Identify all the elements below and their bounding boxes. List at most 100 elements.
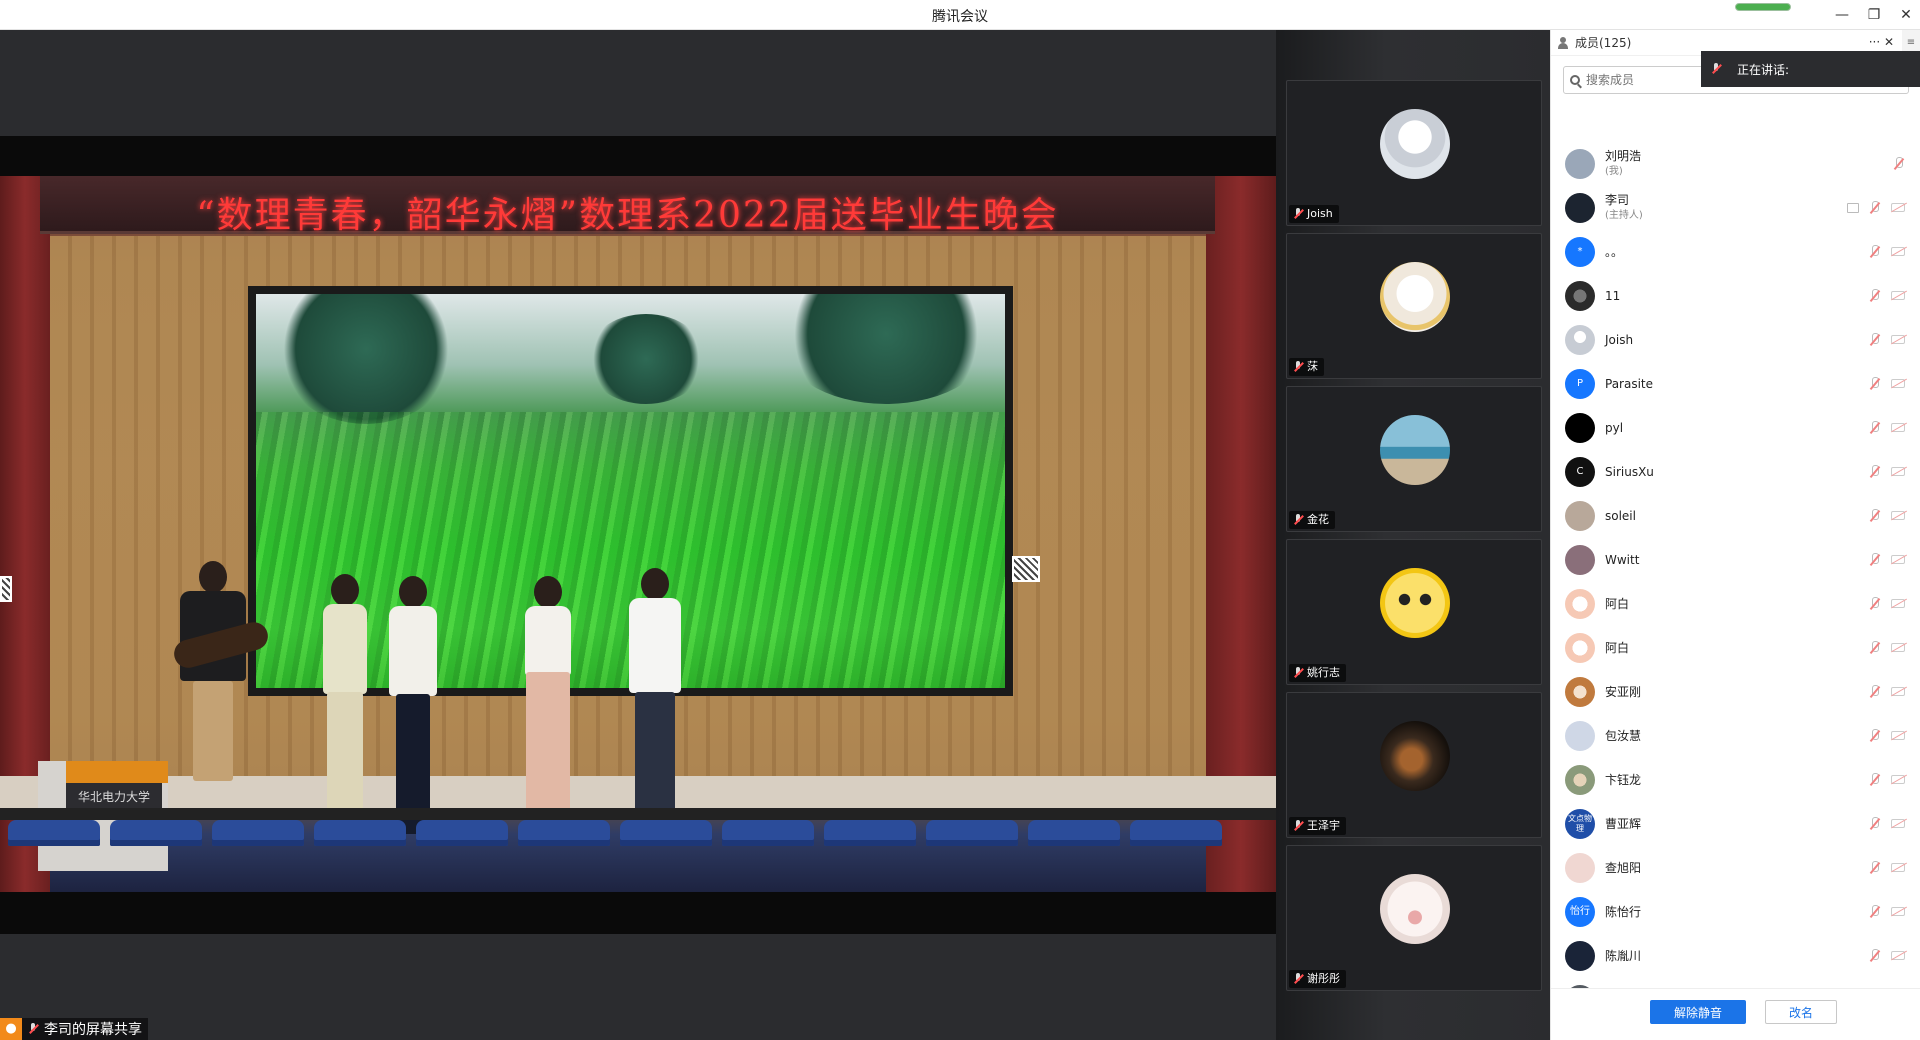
video-tile[interactable]: 姚行志	[1286, 539, 1542, 685]
mic-off-icon[interactable]	[1869, 905, 1881, 919]
camera-off-icon[interactable]	[1891, 511, 1905, 520]
network-signal-icon	[1735, 3, 1791, 11]
camera-off-icon[interactable]	[1891, 731, 1905, 740]
member-avatar	[1565, 325, 1595, 355]
camera-off-icon[interactable]	[1891, 863, 1905, 872]
tile-name: 姚行志	[1307, 666, 1340, 679]
video-tile[interactable]: 谢彤彤	[1286, 845, 1542, 991]
camera-off-icon[interactable]	[1891, 907, 1905, 916]
video-tile[interactable]: 王泽宇	[1286, 692, 1542, 838]
member-row[interactable]: soleil	[1551, 494, 1920, 538]
mic-off-icon[interactable]	[1869, 333, 1881, 347]
performer-singer-2	[383, 576, 443, 841]
members-panel: 成员(125) ··· ✕ ≡ 刘明浩(我) 李司(主持人) * 。。 11	[1550, 30, 1920, 1040]
member-avatar	[1565, 677, 1595, 707]
participant-avatar	[1380, 415, 1450, 485]
camera-off-icon[interactable]	[1891, 203, 1905, 212]
member-row[interactable]: 11	[1551, 274, 1920, 318]
member-search-input[interactable]	[1586, 73, 1706, 87]
member-row[interactable]: C SiriusXu	[1551, 450, 1920, 494]
member-row[interactable]: pyl	[1551, 406, 1920, 450]
member-row[interactable]: Wwitt	[1551, 538, 1920, 582]
mic-off-icon[interactable]	[1869, 685, 1881, 699]
member-name: 刘明浩	[1605, 149, 1642, 163]
member-avatar: *	[1565, 237, 1595, 267]
mic-off-icon[interactable]	[1869, 201, 1881, 215]
participant-avatar	[1380, 874, 1450, 944]
mic-off-icon[interactable]	[1869, 817, 1881, 831]
mic-off-icon[interactable]	[1869, 597, 1881, 611]
camera-off-icon[interactable]	[1891, 819, 1905, 828]
participant-avatar	[1380, 109, 1450, 179]
member-row[interactable]: 卞钰龙	[1551, 758, 1920, 802]
member-role: (我)	[1605, 166, 1623, 177]
member-row[interactable]: 安亚刚	[1551, 670, 1920, 714]
member-avatar: C	[1565, 457, 1595, 487]
member-row[interactable]: 陈胤川	[1551, 934, 1920, 978]
member-row[interactable]: P Parasite	[1551, 362, 1920, 406]
member-row[interactable]: 查旭阳	[1551, 846, 1920, 890]
member-name: Parasite	[1605, 376, 1654, 391]
mic-off-icon[interactable]	[1869, 729, 1881, 743]
camera-off-icon[interactable]	[1891, 335, 1905, 344]
mic-off-icon[interactable]	[1869, 377, 1881, 391]
podium-plate: 华北电力大学	[66, 783, 162, 811]
participant-avatar	[1380, 721, 1450, 791]
member-name: Joish	[1605, 332, 1634, 347]
participant-avatar	[1380, 262, 1450, 332]
camera-off-icon[interactable]	[1891, 291, 1905, 300]
stage-scene: “数理青春，韶华永熠”数理系2022届送毕业生晚会 华北电力大学	[0, 176, 1276, 892]
member-row[interactable]: Joish	[1551, 318, 1920, 362]
camera-off-icon[interactable]	[1891, 687, 1905, 696]
camera-off-icon[interactable]	[1891, 379, 1905, 388]
mic-off-icon[interactable]	[1869, 553, 1881, 567]
camera-off-icon[interactable]	[1891, 467, 1905, 476]
rename-button[interactable]: 改名	[1765, 1000, 1837, 1024]
unmute-button[interactable]: 解除静音	[1650, 1000, 1746, 1024]
shared-video[interactable]: “数理青春，韶华永熠”数理系2022届送毕业生晚会 华北电力大学	[0, 136, 1276, 934]
maximize-button[interactable]: ❐	[1862, 4, 1886, 26]
mic-off-icon[interactable]	[1869, 861, 1881, 875]
camera-off-icon[interactable]	[1891, 423, 1905, 432]
member-row[interactable]: 文点物理 曹亚辉	[1551, 802, 1920, 846]
camera-off-icon[interactable]	[1891, 643, 1905, 652]
video-tile[interactable]: 莯	[1286, 233, 1542, 379]
mic-off-icon[interactable]	[1869, 289, 1881, 303]
panel-more-close-buttons[interactable]: ··· ✕	[1869, 35, 1894, 49]
camera-off-icon[interactable]	[1891, 555, 1905, 564]
close-button[interactable]: ✕	[1894, 4, 1918, 26]
mic-off-icon	[1293, 514, 1303, 526]
member-role: (主持人)	[1605, 210, 1643, 221]
minimize-button[interactable]: —	[1830, 4, 1854, 26]
mic-off-icon[interactable]	[1869, 949, 1881, 963]
mic-off-icon[interactable]	[1869, 641, 1881, 655]
member-name: 卞钰龙	[1605, 772, 1642, 787]
member-row[interactable]: 刘明浩 (我)	[1551, 142, 1920, 186]
camera-off-icon[interactable]	[1891, 247, 1905, 256]
member-name: 。。	[1605, 244, 1624, 259]
speaking-label: 正在讲话:	[1737, 62, 1790, 77]
member-row[interactable]: 怡行 陈怡行	[1551, 890, 1920, 934]
member-name: 李司	[1605, 193, 1630, 207]
camera-off-icon[interactable]	[1891, 599, 1905, 608]
mic-off-icon	[1293, 820, 1303, 832]
mic-off-icon[interactable]	[1869, 245, 1881, 259]
mic-off-icon[interactable]	[1869, 773, 1881, 787]
mic-off-icon[interactable]	[1869, 465, 1881, 479]
member-row[interactable]: 阿白	[1551, 626, 1920, 670]
member-row[interactable]: 包汝慧	[1551, 714, 1920, 758]
video-tile[interactable]: 金花	[1286, 386, 1542, 532]
member-row[interactable]: 李司 (主持人)	[1551, 186, 1920, 230]
mic-off-icon[interactable]	[1869, 421, 1881, 435]
screen-share-bar[interactable]: ● 李司的屏幕共享	[0, 1018, 148, 1040]
member-name: 阿白	[1605, 596, 1630, 611]
member-row[interactable]: * 。。	[1551, 230, 1920, 274]
performer-singer-3	[518, 576, 578, 841]
video-tile[interactable]: Joish	[1286, 80, 1542, 226]
camera-off-icon[interactable]	[1891, 951, 1905, 960]
members-title: 成员(125)	[1575, 36, 1632, 50]
mic-off-icon[interactable]	[1893, 157, 1905, 171]
member-row[interactable]: 阿白	[1551, 582, 1920, 626]
camera-off-icon[interactable]	[1891, 775, 1905, 784]
mic-off-icon[interactable]	[1869, 509, 1881, 523]
